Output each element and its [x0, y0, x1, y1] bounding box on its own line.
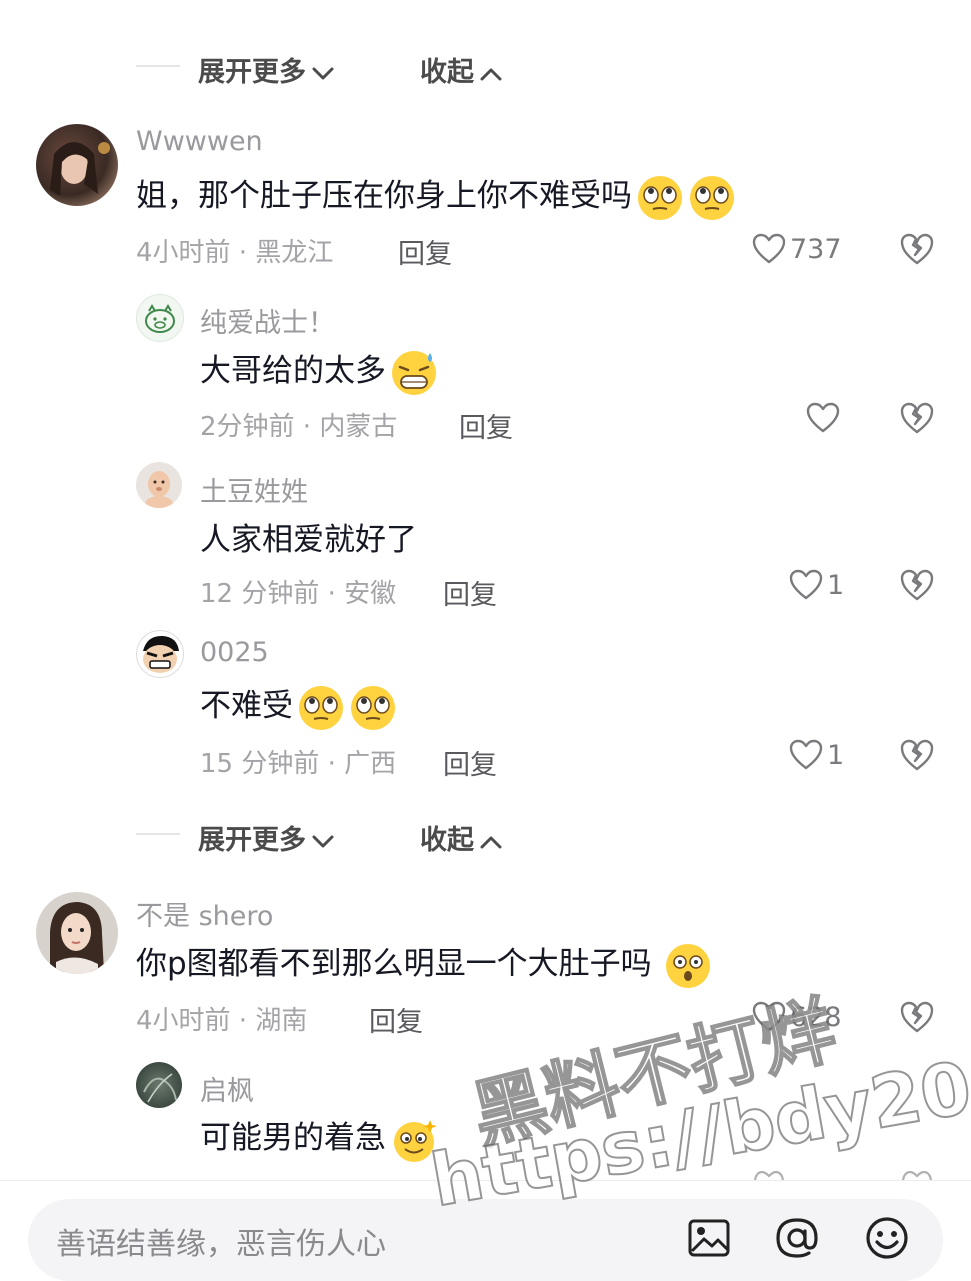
- avatar[interactable]: [136, 462, 182, 508]
- comment-username[interactable]: 不是 shero: [136, 894, 273, 933]
- heart-icon: [806, 402, 840, 433]
- astonished-emoji-icon: [665, 943, 710, 988]
- expand-row: 展开更多 收起: [0, 814, 971, 857]
- at-icon[interactable]: [774, 1215, 820, 1261]
- image-icon[interactable]: [686, 1215, 732, 1261]
- like-count: 737: [790, 233, 842, 265]
- reply-button[interactable]: 回复: [443, 573, 497, 612]
- comment-username[interactable]: 0025: [200, 637, 269, 668]
- comment-username[interactable]: 土豆姓姓: [200, 470, 308, 509]
- reply-button[interactable]: 回复: [443, 743, 497, 782]
- collapse-label: 收起: [420, 57, 474, 88]
- comment-text: 姐，那个肚子压在你身上你不难受吗: [136, 170, 736, 222]
- comment-text-body: 不难受: [200, 688, 293, 724]
- expand-more-label: 展开更多: [198, 825, 306, 856]
- comment-meta: 4小时前 · 湖南: [136, 1006, 308, 1036]
- expand-divider: [136, 65, 180, 67]
- comment-text-body: 大哥给的太多: [200, 353, 386, 389]
- avatar[interactable]: [36, 892, 118, 974]
- collapse-label: 收起: [420, 825, 474, 856]
- broken-heart-icon[interactable]: [899, 567, 935, 603]
- expand-divider: [136, 833, 180, 835]
- avatar-photo: [50, 902, 104, 974]
- rolling-eyes-emoji-icon: [690, 175, 734, 220]
- like-count: 1: [827, 739, 845, 771]
- comment-text-body: 姐，那个肚子压在你身上你不难受吗: [136, 178, 632, 214]
- avatar-photo: [145, 304, 175, 333]
- comment-text: 你p图都看不到那么明显一个大肚子吗: [136, 938, 712, 990]
- chevron-up-icon: [480, 68, 502, 80]
- rolling-eyes-emoji-icon: [351, 685, 395, 730]
- avatar-photo: [143, 1073, 177, 1103]
- comment-input-placeholder: 善语结善缘，恶言伤人心: [56, 1227, 386, 1262]
- broken-heart-icon[interactable]: [899, 400, 935, 436]
- expand-more-label: 展开更多: [198, 57, 306, 88]
- like-button[interactable]: 1: [789, 735, 844, 775]
- like-button[interactable]: [806, 398, 844, 438]
- broken-heart-icon[interactable]: [899, 231, 935, 267]
- like-button[interactable]: 1: [789, 565, 844, 605]
- like-count: 1: [827, 569, 845, 601]
- comment-username[interactable]: 纯爱战士！: [200, 301, 335, 340]
- comment-text-body: 可能男的着急: [200, 1120, 386, 1156]
- comment-text-body: 你p图都看不到那么明显一个大肚子吗: [136, 946, 652, 982]
- chevron-up-icon: [480, 836, 502, 848]
- expand-more-button[interactable]: 展开更多: [198, 818, 334, 857]
- comment-text: 人家相爱就好了: [200, 522, 417, 558]
- comment-text: 不难受: [200, 680, 397, 732]
- broken-heart-icon[interactable]: [899, 737, 935, 773]
- expand-more-button[interactable]: 展开更多: [198, 50, 334, 89]
- heart-icon: [789, 569, 823, 600]
- reply-button[interactable]: 回复: [459, 406, 513, 445]
- grin-sweat-emoji-icon: [392, 350, 436, 395]
- comment-text: 可能男的着急: [200, 1112, 438, 1164]
- heart-icon: [752, 233, 786, 264]
- avatar-photo: [145, 471, 173, 508]
- collapse-button[interactable]: 收起: [420, 818, 502, 857]
- avatar[interactable]: [136, 294, 184, 342]
- reply-button[interactable]: 回复: [398, 232, 452, 271]
- comment-meta: 15 分钟前 · 广西: [200, 749, 397, 779]
- heart-icon: [789, 739, 823, 770]
- avatar-photo: [143, 635, 179, 673]
- comment-text: 大哥给的太多: [200, 345, 438, 397]
- avatar[interactable]: [36, 124, 118, 206]
- comment-meta: 4小时前 · 黑龙江: [136, 238, 334, 268]
- like-button[interactable]: 737: [752, 229, 842, 269]
- rolling-eyes-emoji-icon: [638, 175, 682, 220]
- comment-meta: 2分钟前 · 内蒙古: [200, 412, 398, 442]
- rolling-eyes-emoji-icon: [299, 685, 343, 730]
- chevron-down-icon: [312, 67, 334, 79]
- avatar[interactable]: [136, 630, 184, 678]
- comment-username[interactable]: 启枫: [200, 1069, 254, 1108]
- emoji-icon[interactable]: [864, 1215, 910, 1261]
- avatar[interactable]: [136, 1062, 182, 1108]
- expand-row: 展开更多 收起: [0, 46, 971, 89]
- broken-heart-icon[interactable]: [899, 999, 935, 1035]
- collapse-button[interactable]: 收起: [420, 50, 502, 89]
- comment-meta: 12 分钟前 · 安徽: [200, 579, 397, 609]
- comment-username[interactable]: Wwwwen: [136, 126, 263, 157]
- reply-button[interactable]: 回复: [369, 1000, 423, 1039]
- avatar-photo: [50, 142, 110, 196]
- chevron-down-icon: [312, 835, 334, 847]
